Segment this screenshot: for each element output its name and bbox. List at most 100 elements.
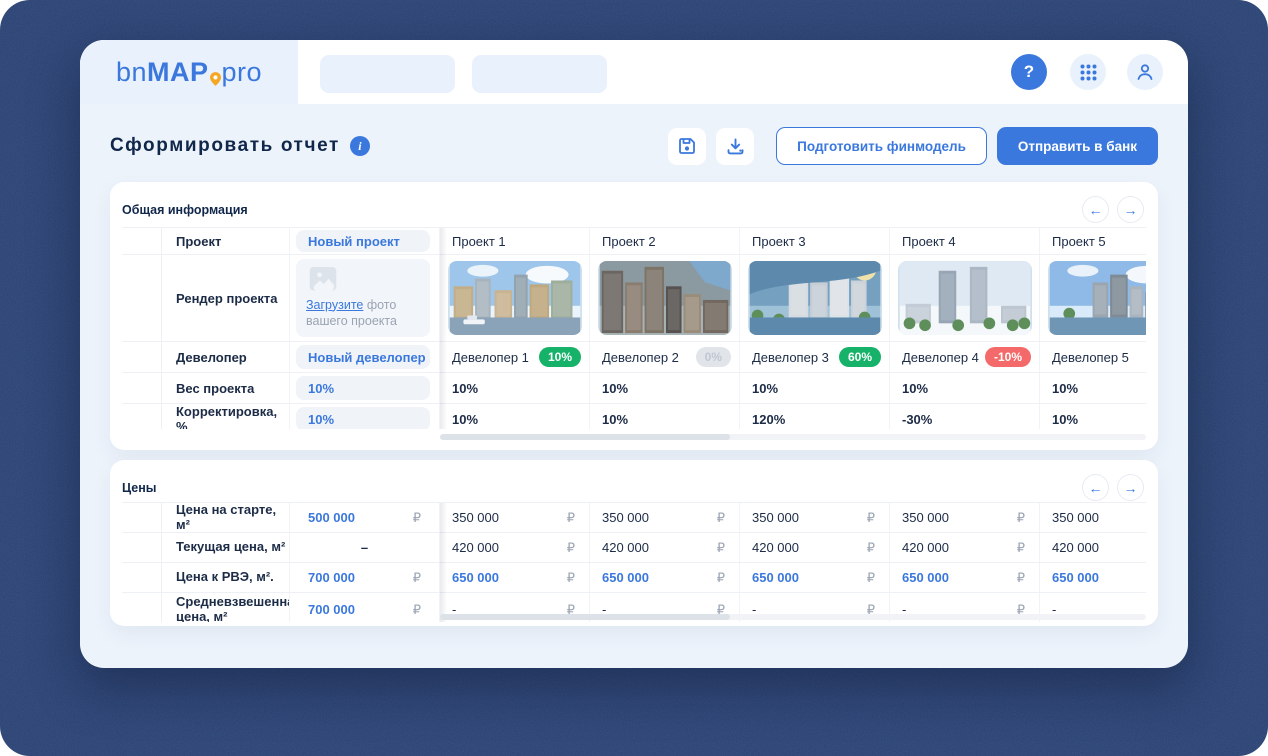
project-2-render-image — [598, 261, 732, 335]
price-value[interactable]: 650 000 — [452, 570, 499, 585]
ruble-sign: ₽ — [1017, 540, 1025, 556]
horizontal-scrollbar[interactable] — [440, 614, 1146, 620]
row-selector-cell — [122, 228, 162, 254]
new-project-input[interactable]: Новый проект — [296, 230, 430, 252]
row-label-developer: Девелопер — [162, 342, 290, 372]
image-placeholder-icon — [306, 267, 340, 291]
developer-name: Девелопер 1 — [452, 350, 529, 365]
prices-card: Цены ← → Цена на старте, м² 500 000₽ 350… — [110, 460, 1158, 626]
top-bar: bnMAPpro ? — [80, 40, 1188, 104]
nav-placeholder-1[interactable] — [320, 55, 455, 93]
ruble-sign: ₽ — [717, 510, 725, 526]
ruble-sign: ₽ — [867, 510, 875, 526]
scroll-left-button[interactable]: ← — [1082, 196, 1109, 223]
ruble-sign: ₽ — [717, 570, 725, 586]
price-value[interactable]: 650 000 — [602, 570, 649, 585]
price-value: 350 000 — [452, 510, 499, 525]
weighted-avg-input[interactable]: 700 000 — [308, 602, 355, 617]
logo-bn: bn — [116, 57, 147, 88]
row-selector-cell — [122, 342, 162, 372]
start-price-input[interactable]: 500 000 — [308, 510, 355, 525]
row-selector-cell — [122, 593, 162, 622]
prepare-finmodel-button[interactable]: Подготовить финмодель — [776, 127, 987, 165]
project-2-header: Проект 2 — [590, 228, 740, 254]
row-label-rve-price: Цена к РВЭ, м². — [162, 563, 290, 592]
project-5-header: Проект 5 — [1040, 228, 1146, 254]
project-weight[interactable]: 10% — [740, 373, 890, 403]
price-value: 420 000 — [452, 540, 499, 555]
project-1-render-image — [448, 261, 582, 335]
horizontal-scrollbar[interactable] — [440, 434, 1146, 440]
scroll-left-button[interactable]: ← — [1082, 474, 1109, 501]
general-info-card: Общая информация ← → Проект Новый проект… — [110, 182, 1158, 450]
project-adjustment: 10% — [1040, 404, 1146, 429]
row-label-current-price: Текущая цена, м² — [162, 533, 290, 562]
current-price-input[interactable]: – — [290, 533, 440, 562]
price-value[interactable]: 650 000 — [902, 570, 949, 585]
info-icon[interactable]: i — [350, 136, 370, 156]
user-icon — [1135, 62, 1155, 82]
help-button[interactable]: ? — [1011, 54, 1047, 90]
row-selector-cell — [122, 404, 162, 429]
scrollbar-thumb[interactable] — [440, 614, 730, 620]
project-weight[interactable]: 10% — [1040, 373, 1146, 403]
send-to-bank-button[interactable]: Отправить в банк — [997, 127, 1158, 165]
price-value: 350 000 — [752, 510, 799, 525]
developer-name: Девелопер 5 — [1052, 350, 1129, 365]
developer-change-badge: 60% — [839, 347, 881, 367]
profile-button[interactable] — [1127, 54, 1163, 90]
prices-table: Цена на старте, м² 500 000₽ 350 000₽ 350… — [122, 502, 1146, 622]
project-adjustment: -30% — [890, 404, 1040, 429]
scroll-right-button[interactable]: → — [1117, 196, 1144, 223]
project-adjustment: 10% — [440, 404, 590, 429]
upload-photo-dropzone[interactable]: Загрузите фото вашего проекта — [296, 259, 430, 337]
ruble-sign: ₽ — [867, 570, 875, 586]
project-weight[interactable]: 10% — [440, 373, 590, 403]
map-pin-icon — [210, 72, 221, 86]
project-weight[interactable]: 10% — [890, 373, 1040, 403]
price-value: 420 000 — [1052, 540, 1099, 555]
apps-grid-icon — [1080, 64, 1097, 81]
price-value: 350 000 — [602, 510, 649, 525]
ruble-sign: ₽ — [413, 602, 421, 618]
save-button[interactable] — [668, 128, 706, 165]
scrollbar-thumb[interactable] — [440, 434, 730, 440]
developer-name: Девелопер 4 — [902, 350, 979, 365]
rve-price-input[interactable]: 700 000 — [308, 570, 355, 585]
row-selector-cell — [122, 503, 162, 532]
row-label-project: Проект — [162, 228, 290, 254]
page-title: Сформировать отчет — [110, 135, 340, 157]
price-value[interactable]: 650 000 — [1052, 570, 1099, 585]
ruble-sign: ₽ — [413, 510, 421, 526]
apps-menu-button[interactable] — [1070, 54, 1106, 90]
developer-name: Девелопер 3 — [752, 350, 829, 365]
upload-photo-text: Загрузите фото вашего проекта — [306, 297, 420, 330]
general-table: Проект Новый проект Проект 1 Проект 2 Пр… — [122, 227, 1146, 429]
new-weight-input[interactable]: 10% — [296, 376, 430, 400]
row-selector-cell — [122, 533, 162, 562]
row-label-render: Рендер проекта — [162, 255, 290, 341]
logo-text: bnMAPpro — [116, 57, 262, 88]
project-5-render-image — [1048, 261, 1146, 335]
row-selector-cell — [122, 563, 162, 592]
logo[interactable]: bnMAPpro — [80, 40, 298, 104]
new-developer-input[interactable]: Новый девелопер — [296, 345, 430, 369]
upload-link[interactable]: Загрузите — [306, 298, 363, 312]
general-info-title: Общая информация — [122, 203, 248, 217]
price-value[interactable]: 650 000 — [752, 570, 799, 585]
row-label-adjustment: Корректировка, % — [162, 404, 290, 429]
scroll-right-button[interactable]: → — [1117, 474, 1144, 501]
new-adjustment-input[interactable]: 10% — [296, 407, 430, 429]
project-weight[interactable]: 10% — [590, 373, 740, 403]
ruble-sign: ₽ — [567, 540, 575, 556]
price-value: 420 000 — [902, 540, 949, 555]
logo-map: MAP — [147, 57, 209, 88]
nav-placeholder-2[interactable] — [472, 55, 607, 93]
project-adjustment: 10% — [590, 404, 740, 429]
project-3-render-image — [748, 261, 882, 335]
project-adjustment: 120% — [740, 404, 890, 429]
ruble-sign: ₽ — [717, 540, 725, 556]
download-button[interactable] — [716, 128, 754, 165]
project-4-header: Проект 4 — [890, 228, 1040, 254]
app-window: bnMAPpro ? Сформировать отчет i Подготов… — [80, 40, 1188, 668]
